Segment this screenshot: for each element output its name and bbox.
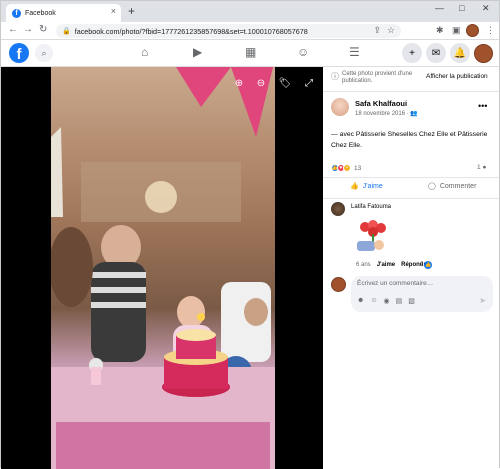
like-label: J'aime [362,182,383,190]
sticker-icon[interactable]: ▧ [408,297,415,305]
bookmark-star-icon[interactable]: ☆ [387,25,395,36]
comment-likes-count: 2 [420,262,424,268]
gif-icon[interactable]: ▤ [396,297,403,305]
photo-illustration [51,67,275,469]
photo-viewer[interactable]: ⊕ ⊖ 🏷 ⤢ [1,67,323,469]
share-icon[interactable]: ⇪ [373,25,381,36]
close-window-button[interactable]: ✕ [482,3,490,14]
post-source-notice: ⓘ Cette photo provient d'une publication… [331,71,496,85]
like-badge-icon: 👍 [424,261,433,269]
tag-icon[interactable]: 🏷 [278,76,292,90]
zoom-in-icon[interactable]: ⊕ [232,76,246,90]
account-avatar[interactable] [474,44,493,63]
comment-placeholder: Écrivez un commentaire… [357,280,434,287]
url-bar[interactable]: 🔒 facebook.com/photo/?fbid=1777261235857… [56,24,401,38]
side-panel-icon[interactable]: ▣ [452,25,461,36]
reaction-summary[interactable]: 👍 ♥ • 13 [331,164,361,172]
maximize-button[interactable]: □ [459,3,464,13]
thumbs-up-icon: 👍 [350,183,359,190]
comment-meta: 6 ans J'aime Répondre [356,262,429,268]
poster-avatar[interactable] [331,98,349,116]
menu-dots-icon[interactable]: ⋮ [486,25,495,36]
marketplace-icon[interactable]: ▦ [245,45,256,59]
notifications-icon[interactable]: 🔔 [450,43,470,63]
address-bar-row: ← → ↻ 🔒 facebook.com/photo/?fbid=1777261… [1,22,499,40]
reload-icon[interactable]: ↻ [39,24,47,35]
post-date-text: 18 novembre 2016 · [355,111,409,117]
fullscreen-icon[interactable]: ⤢ [302,76,316,90]
tab-strip: f Facebook × + — □ ✕ [1,1,499,22]
like-button[interactable]: 👍 J'aime [350,182,383,191]
comment-label: Commenter [439,182,477,190]
avatar-sticker-icon[interactable]: ☻ [357,297,364,305]
back-icon[interactable]: ← [8,24,18,35]
post-actions: 👍 J'aime ◯ Commenter [323,179,499,197]
reaction-count: 13 [354,164,362,172]
camera-icon[interactable]: ◉ [384,297,390,305]
friends-icon: 👥 [410,111,418,117]
new-tab-button[interactable]: + [128,4,135,18]
divider [323,198,499,199]
profile-avatar[interactable] [466,24,479,37]
forward-icon[interactable]: → [23,24,33,35]
poster-name[interactable]: Safa Khalfaoui [355,99,407,108]
wow-reaction-icon: • [343,164,351,172]
photo-sidebar: ⓘ Cette photo provient d'une publication… [323,67,499,469]
video-icon[interactable]: ▶ [193,45,202,59]
post-date[interactable]: 18 novembre 2016 · 👥 [355,110,418,117]
comment-icon: ◯ [428,183,436,190]
send-icon[interactable]: ➤ [479,296,486,305]
comment-bubble-icon: ● [482,164,487,171]
flower-sticker-icon [357,220,386,251]
more-options-icon[interactable]: ••• [478,101,487,111]
comment-time[interactable]: 6 ans [356,262,371,268]
home-icon[interactable]: ⌂ [141,45,148,59]
url-text: facebook.com/photo/?fbid=177726123585769… [74,26,308,36]
party-photo [51,67,275,469]
tab-close-icon[interactable]: × [111,6,116,16]
extensions-icon[interactable]: ✱ [436,25,444,36]
comment-likes[interactable]: 2 👍 [420,261,433,269]
post-text: — avec Pâtisserie Sheselles Chez Elle et… [331,131,488,149]
facebook-favicon-icon: f [12,8,21,18]
emoji-icon[interactable]: ☺ [370,297,377,305]
menu-icon[interactable]: ☰ [349,45,360,59]
info-icon: ⓘ [331,72,339,81]
divider [323,177,499,178]
commenter-avatar[interactable] [331,202,345,216]
notice-text: Cette photo provient d'une publication. [342,71,413,84]
show-post-link[interactable]: Afficher la publication [426,73,488,80]
comment-input[interactable]: Écrivez un commentaire… ☻ ☺ ◉ ▤ ▧ ➤ [351,276,493,312]
composer-tools: ☻ ☺ ◉ ▤ ▧ [357,297,421,305]
tab-facebook[interactable]: f Facebook × [6,4,121,22]
tab-title: Facebook [25,9,56,17]
messenger-icon[interactable]: ✉ [426,43,446,63]
minimize-button[interactable]: — [435,3,444,13]
create-button[interactable]: + [402,43,422,63]
zoom-out-icon[interactable]: ⊖ [254,76,268,90]
commenter-name[interactable]: Latifa Fatouma [351,204,391,210]
search-icon[interactable]: ⌕ [35,44,53,62]
browser-window: f Facebook × + — □ ✕ ← → ↻ 🔒 facebook.co… [0,0,500,469]
divider [323,91,499,92]
my-avatar[interactable] [331,277,346,292]
comment-count-text: 1 [477,164,481,171]
comment-button[interactable]: ◯ Commenter [428,182,477,191]
comment-like-link[interactable]: J'aime [377,262,395,268]
comment-count[interactable]: 1 ● [477,164,486,171]
groups-icon[interactable]: ☺ [297,45,309,59]
comment-composer: Écrivez un commentaire… ☻ ☺ ◉ ▤ ▧ ➤ [331,276,496,312]
facebook-navbar: f ⌕ ⌂ ▶ ▦ ☺ ☰ + ✉ 🔔 [1,40,499,67]
facebook-logo[interactable]: f [9,43,29,63]
lock-icon: 🔒 [62,28,71,35]
